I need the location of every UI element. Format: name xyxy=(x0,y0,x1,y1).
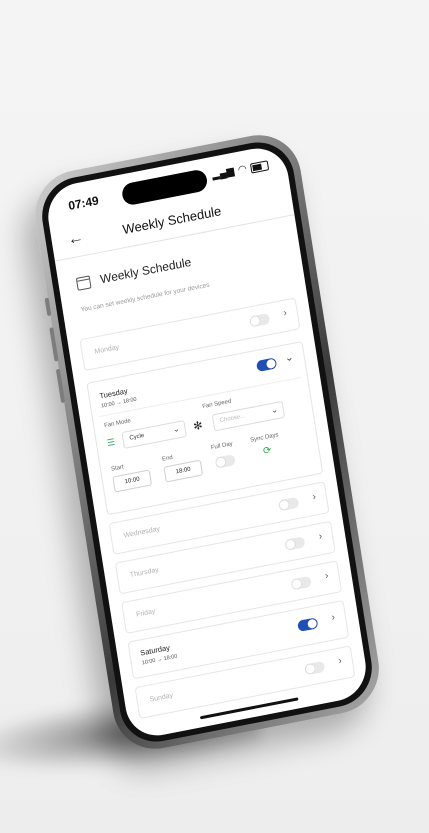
chevron-right-icon[interactable]: › xyxy=(331,612,336,624)
toggle-tuesday[interactable] xyxy=(255,357,278,373)
toggle-thursday[interactable] xyxy=(284,536,306,551)
day-label-monday: Monday xyxy=(94,344,120,356)
fan-speed-placeholder: Choose... xyxy=(219,413,246,425)
phone-device: 07:49 ▂▄▆ ◠ ← Weekly Schedule Weekly Sch… xyxy=(28,127,386,757)
full-day-label: Full Day xyxy=(210,441,234,452)
sync-days-label: Sync Days xyxy=(249,432,279,444)
screen: 07:49 ▂▄▆ ◠ ← Weekly Schedule Weekly Sch… xyxy=(43,142,371,742)
toggle-sunday[interactable] xyxy=(303,660,326,676)
bezel: 07:49 ▂▄▆ ◠ ← Weekly Schedule Weekly Sch… xyxy=(36,135,378,749)
chevron-right-icon[interactable]: › xyxy=(283,307,288,319)
side-button-mute xyxy=(44,297,52,317)
chevron-right-icon[interactable]: › xyxy=(318,531,323,543)
day-label-friday: Friday xyxy=(135,608,156,619)
side-button-volume-down xyxy=(55,368,66,404)
fan-icon: ✻ xyxy=(192,419,204,434)
section-header: Weekly Schedule xyxy=(75,254,193,291)
toggle-saturday[interactable] xyxy=(297,617,319,632)
schedule-content: Weekly Schedule You can set weekly sched… xyxy=(56,222,370,741)
day-label-sunday: Sunday xyxy=(149,692,174,704)
section-title: Weekly Schedule xyxy=(99,254,193,287)
fan-mode-label: Fan Mode xyxy=(103,418,132,430)
end-time-field[interactable]: 18:00 xyxy=(163,459,204,483)
calendar-icon xyxy=(75,274,92,291)
day-label-wednesday: Wednesday xyxy=(123,525,161,540)
chevron-down-icon: ⌄ xyxy=(270,404,279,416)
fan-mode-icon: ☰ xyxy=(106,436,116,449)
battery-icon xyxy=(249,159,270,174)
side-button-volume-up xyxy=(49,327,59,362)
day-label-thursday: Thursday xyxy=(129,566,160,580)
toggle-wednesday[interactable] xyxy=(277,496,300,512)
start-time-field[interactable]: 10:00 xyxy=(112,469,153,493)
chevron-right-icon[interactable]: › xyxy=(338,655,343,667)
signal-icon: ▂▄▆ xyxy=(211,165,236,182)
toggle-monday[interactable] xyxy=(248,312,271,328)
sync-icon[interactable]: ⟳ xyxy=(262,445,272,457)
fan-mode-value: Cycle xyxy=(129,432,145,442)
chevron-down-icon: ⌄ xyxy=(172,424,181,435)
fan-mode-select[interactable]: Cycle ⌄ xyxy=(121,419,187,449)
chevron-down-icon[interactable]: ⌄ xyxy=(284,350,295,365)
wifi-icon: ◠ xyxy=(237,163,248,177)
start-label: Start xyxy=(110,464,125,473)
status-time: 07:49 xyxy=(67,193,100,214)
chevron-right-icon[interactable]: › xyxy=(324,570,329,582)
fan-speed-label: Fan Speed xyxy=(202,398,232,411)
toggle-friday[interactable] xyxy=(290,575,312,591)
end-label: End xyxy=(161,454,174,463)
toggle-full-day[interactable] xyxy=(214,454,236,469)
status-icons: ▂▄▆ ◠ xyxy=(211,159,270,182)
chevron-right-icon[interactable]: › xyxy=(312,491,317,503)
